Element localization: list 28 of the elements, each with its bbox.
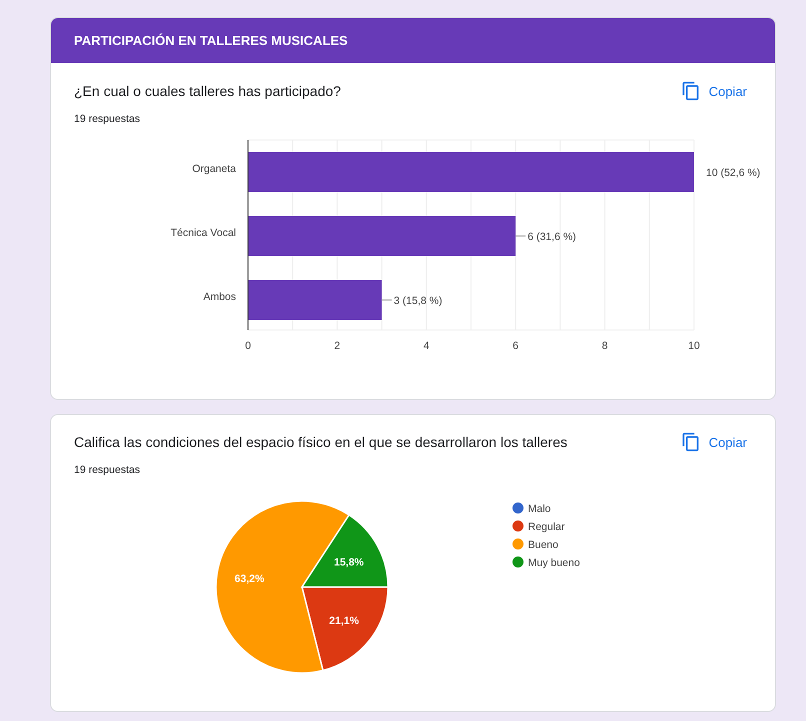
tick-label: 6 xyxy=(512,340,519,352)
question-title: Califica las condiciones del espacio físico en el que se desarrollaron los talleres xyxy=(74,434,568,450)
slice-label: 15,8% xyxy=(334,556,364,569)
legend-label: Regular xyxy=(528,521,565,533)
value-label: 10 (52,6 %) xyxy=(706,167,760,179)
tick-label: 10 xyxy=(688,340,700,352)
category-label: Organeta xyxy=(192,163,236,175)
category-label: Ambos xyxy=(203,291,236,303)
tick-label: 4 xyxy=(423,340,430,352)
category-label: Técnica Vocal xyxy=(170,227,236,239)
section-title: PARTICIPACIÓN EN TALLERES MUSICALES xyxy=(74,33,348,48)
legend-label: Bueno xyxy=(528,539,558,551)
legend-label: Muy bueno xyxy=(528,557,580,569)
copy-icon xyxy=(680,432,701,452)
copy-icon xyxy=(680,81,701,101)
response-count: 19 respuestas xyxy=(73,463,141,476)
value-label: 6 (31,6 %) xyxy=(528,231,576,243)
value-label: 3 (15,8 %) xyxy=(394,295,442,307)
legend-label: Malo xyxy=(528,503,551,515)
tick-label: 8 xyxy=(602,340,608,352)
tick-label: 2 xyxy=(334,340,340,352)
slice-label: 21,1% xyxy=(329,614,359,627)
tick-label: 0 xyxy=(245,340,251,352)
response-count: 19 respuestas xyxy=(73,112,141,125)
slice-label: 63,2% xyxy=(234,573,264,586)
copy-button[interactable]: Copiar xyxy=(680,432,747,452)
copy-button[interactable]: Copiar xyxy=(680,81,747,101)
question-title: ¿En cual o cuales talleres has participado? xyxy=(74,83,341,99)
